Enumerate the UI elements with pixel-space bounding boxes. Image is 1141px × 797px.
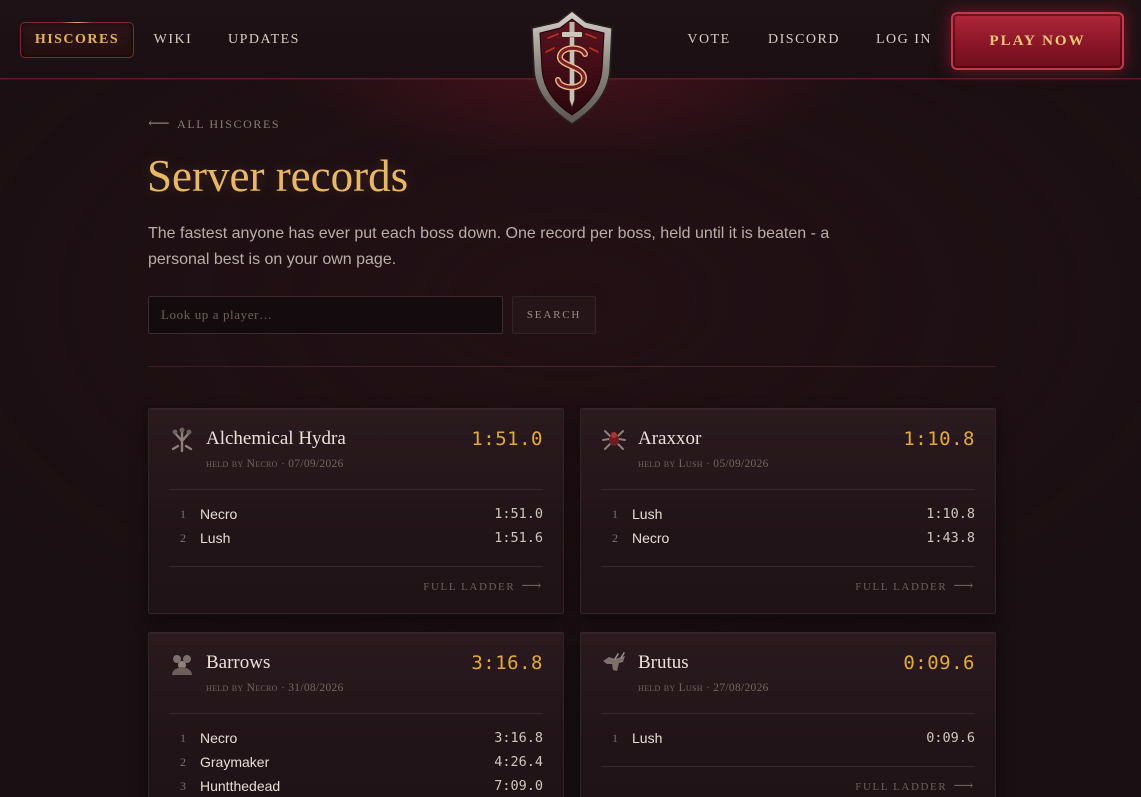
nav-updates[interactable]: UPDATES	[218, 22, 310, 58]
player-name[interactable]: Necro	[200, 506, 494, 522]
ladder-row: 1 Necro 3:16.8	[169, 726, 543, 750]
barrows-brothers-icon	[172, 655, 192, 675]
player-time: 1:43.8	[926, 530, 975, 546]
record-holder-line: held by Necro · 07/09/2026	[206, 458, 344, 470]
player-name[interactable]: Necro	[632, 530, 926, 546]
nav-login[interactable]: LOG IN	[868, 22, 940, 58]
hydra-icon	[171, 427, 193, 453]
record-date: · 05/09/2026	[702, 458, 769, 470]
full-ladder-label: FULL LADDER	[423, 580, 516, 593]
holder-name[interactable]: Lush	[679, 682, 703, 694]
rank: 2	[180, 754, 186, 769]
player-time: 3:16.8	[494, 730, 543, 746]
held-by-label: held by	[638, 682, 679, 694]
arrow-right-icon: ⟶	[953, 779, 975, 794]
section-divider	[148, 366, 996, 367]
spider-icon	[602, 430, 626, 450]
arrow-right-icon: ⟶	[953, 579, 975, 594]
player-time: 1:51.0	[494, 506, 543, 522]
page-description: The fastest anyone has ever put each bos…	[148, 225, 830, 268]
full-ladder-link[interactable]: FULL LADDER ⟶	[855, 778, 975, 795]
record-holder-line: held by Necro · 31/08/2026	[206, 682, 344, 694]
card-divider	[601, 489, 975, 490]
shield-dollar-sword-icon[interactable]	[524, 8, 620, 128]
player-search-input[interactable]	[148, 296, 503, 334]
rank: 3	[180, 778, 186, 793]
player-name[interactable]: Lush	[632, 506, 926, 522]
held-by-label: held by	[206, 682, 247, 694]
record-card-barrows: Barrows 3:16.8 held by Necro · 31/08/202…	[148, 632, 564, 797]
ladder-row: 3 Huntthedead 7:09.0	[169, 774, 543, 797]
cow-icon	[603, 652, 625, 671]
holder-name[interactable]: Necro	[247, 458, 278, 470]
search-button[interactable]: SEARCH	[512, 296, 596, 334]
record-card-brutus: Brutus 0:09.6 held by Lush · 27/08/2026 …	[580, 632, 996, 797]
player-time: 1:10.8	[926, 506, 975, 522]
rank: 2	[612, 530, 618, 545]
ladder-row: 2 Necro 1:43.8	[601, 526, 975, 550]
held-by-label: held by	[638, 458, 679, 470]
back-to-all-hiscores-link[interactable]: ⟵ ALL HISCORES	[148, 117, 280, 132]
record-time: 1:51.0	[471, 428, 543, 450]
held-by-label: held by	[206, 458, 247, 470]
player-name[interactable]: Necro	[200, 730, 494, 746]
nav-hiscores[interactable]: HISCORES	[20, 22, 134, 58]
back-link-label: ALL HISCORES	[177, 117, 281, 131]
record-holder-line: held by Lush · 27/08/2026	[638, 682, 769, 694]
record-time: 3:16.8	[471, 652, 543, 674]
record-time: 1:10.8	[903, 428, 975, 450]
nav-vote[interactable]: VOTE	[680, 22, 738, 58]
rank: 1	[612, 506, 618, 521]
rank: 1	[180, 730, 186, 745]
card-divider	[601, 713, 975, 714]
full-ladder-link[interactable]: FULL LADDER ⟶	[423, 578, 543, 595]
record-date: · 07/09/2026	[277, 458, 344, 470]
ladder-row: 1 Lush 1:10.8	[601, 502, 975, 526]
page-title: Server records	[147, 151, 409, 201]
ladder-row: 2 Graymaker 4:26.4	[169, 750, 543, 774]
player-name[interactable]: Huntthedead	[200, 778, 494, 794]
player-time: 4:26.4	[494, 754, 543, 770]
card-divider	[601, 566, 975, 567]
full-ladder-link[interactable]: FULL LADDER ⟶	[855, 578, 975, 595]
rank: 1	[612, 730, 618, 745]
boss-name: Brutus	[638, 652, 689, 673]
record-date: · 31/08/2026	[277, 682, 344, 694]
boss-name: Alchemical Hydra	[206, 428, 346, 449]
nav-discord[interactable]: DISCORD	[760, 22, 848, 58]
holder-name[interactable]: Necro	[247, 682, 278, 694]
arrow-right-icon: ⟶	[521, 579, 543, 594]
nav-wiki[interactable]: WIKI	[146, 22, 200, 58]
card-divider	[169, 713, 543, 714]
ladder-row: 1 Lush 0:09.6	[601, 726, 975, 750]
player-time: 7:09.0	[494, 778, 543, 794]
arrow-left-icon: ⟵	[148, 116, 172, 132]
boss-name: Barrows	[206, 652, 271, 673]
ladder-row: 2 Lush 1:51.6	[169, 526, 543, 550]
full-ladder-label: FULL LADDER	[855, 780, 948, 793]
holder-name[interactable]: Lush	[679, 458, 703, 470]
rank: 1	[180, 506, 186, 521]
card-divider	[169, 489, 543, 490]
ladder-row: 1 Necro 1:51.0	[169, 502, 543, 526]
play-now-button[interactable]: PLAY NOW	[951, 12, 1124, 70]
logo-svg	[531, 10, 613, 125]
rank: 2	[180, 530, 186, 545]
full-ladder-label: FULL LADDER	[855, 580, 948, 593]
record-date: · 27/08/2026	[702, 682, 769, 694]
card-divider	[169, 566, 543, 567]
record-card-araxxor: Araxxor 1:10.8 held by Lush · 05/09/2026…	[580, 408, 996, 614]
record-card-alchemical-hydra: Alchemical Hydra 1:51.0 held by Necro · …	[148, 408, 564, 614]
player-name[interactable]: Graymaker	[200, 754, 494, 770]
player-name[interactable]: Lush	[200, 530, 494, 546]
player-time: 0:09.6	[926, 730, 975, 746]
record-holder-line: held by Lush · 05/09/2026	[638, 458, 769, 470]
card-divider	[601, 766, 975, 767]
record-time: 0:09.6	[903, 652, 975, 674]
player-name[interactable]: Lush	[632, 730, 926, 746]
boss-name: Araxxor	[638, 428, 702, 449]
player-time: 1:51.6	[494, 530, 543, 546]
